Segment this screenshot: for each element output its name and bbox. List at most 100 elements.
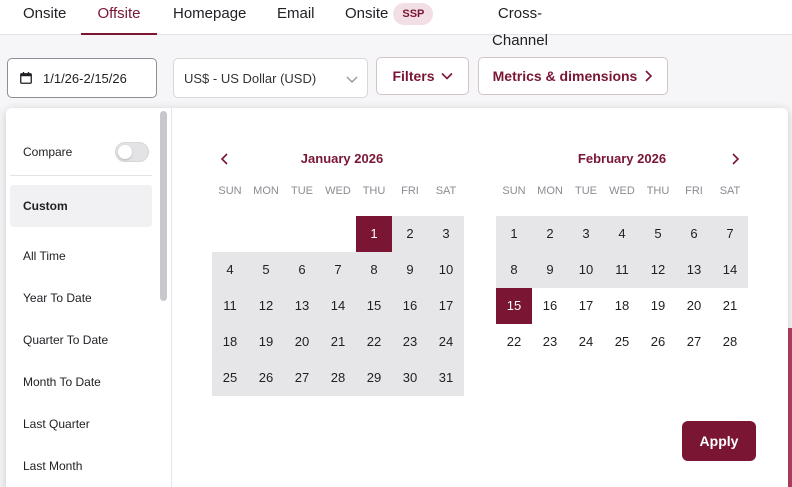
tab-cross-channel[interactable]: Cross-Channel (470, 0, 570, 49)
calendar-day[interactable]: 4 (604, 216, 640, 252)
calendar-day[interactable]: 20 (676, 288, 712, 324)
weekday-header: SAT (719, 185, 741, 197)
calendar-day[interactable]: 25 (604, 324, 640, 360)
weekday-header: SAT (435, 185, 457, 197)
calendar-day[interactable]: 6 (284, 252, 320, 288)
calendar-day[interactable]: 17 (568, 288, 604, 324)
calendar-day[interactable]: 22 (496, 324, 532, 360)
calendar-day[interactable]: 3 (568, 216, 604, 252)
calendar-day[interactable]: 16 (392, 288, 428, 324)
chevron-down-icon (346, 76, 358, 84)
calendar-day[interactable]: 22 (356, 324, 392, 360)
calendar-day[interactable]: 9 (532, 252, 568, 288)
weekday-header: WED (325, 185, 351, 197)
tab-email[interactable]: Email (277, 0, 315, 35)
background-chart-edge (788, 328, 792, 487)
calendar-day[interactable]: 1 (496, 216, 532, 252)
calendar-day[interactable]: 18 (212, 324, 248, 360)
calendar-day[interactable]: 10 (428, 252, 464, 288)
month-title-february: February 2026 (577, 151, 667, 166)
preset-custom[interactable]: Custom (10, 185, 152, 227)
calendar-day[interactable]: 24 (428, 324, 464, 360)
calendar-day[interactable]: 18 (604, 288, 640, 324)
calendar-day[interactable]: 2 (532, 216, 568, 252)
calendar-day[interactable]: 8 (356, 252, 392, 288)
weekday-header: THU (646, 185, 670, 197)
currency-value: US$ - US Dollar (USD) (184, 70, 317, 86)
preset-month-to-date[interactable]: Month To Date (10, 361, 152, 403)
calendar-day[interactable]: 23 (532, 324, 568, 360)
calendar-day[interactable]: 27 (676, 324, 712, 360)
tab-onsite[interactable]: Onsite (23, 0, 66, 35)
calendar-day[interactable]: 25 (212, 360, 248, 396)
calendar-day[interactable]: 19 (640, 288, 676, 324)
compare-toggle[interactable] (115, 142, 149, 162)
calendar-day[interactable]: 12 (248, 288, 284, 324)
calendar-icon (20, 72, 32, 84)
tab-offsite[interactable]: Offsite (81, 0, 157, 35)
calendar-day[interactable]: 31 (428, 360, 464, 396)
date-picker-popup: Compare Custom All Time Year To Date Quarte… (6, 108, 788, 487)
calendar-day[interactable]: 11 (604, 252, 640, 288)
calendar-day[interactable]: 17 (428, 288, 464, 324)
tab-onsite-ssp[interactable]: Onsite SSP (345, 0, 440, 35)
calendar-day[interactable]: 21 (712, 288, 748, 324)
calendar-day[interactable]: 27 (284, 360, 320, 396)
weekday-header: FRI (401, 185, 419, 197)
compare-row: Compare (23, 142, 149, 162)
weekday-header: SUN (502, 185, 526, 197)
weekday-header: TUE (575, 185, 597, 197)
date-range-value: 1/1/26-2/15/26 (43, 70, 127, 86)
calendar-day[interactable]: 20 (284, 324, 320, 360)
tab-label: Onsite (345, 5, 389, 22)
calendar-day[interactable]: 21 (320, 324, 356, 360)
tab-label: Offsite (97, 5, 141, 22)
calendar-day[interactable]: 12 (640, 252, 676, 288)
calendar-day[interactable]: 8 (496, 252, 532, 288)
calendar-day[interactable]: 11 (212, 288, 248, 324)
preset-last-month[interactable]: Last Month (10, 445, 152, 487)
preset-last-quarter[interactable]: Last Quarter (10, 403, 152, 445)
calendar-day[interactable]: 16 (532, 288, 568, 324)
calendar-day[interactable]: 10 (568, 252, 604, 288)
metrics-dimensions-button[interactable]: Metrics & dimensions (478, 57, 668, 95)
preset-quarter-to-date[interactable]: Quarter To Date (10, 319, 152, 361)
calendar-day[interactable]: 3 (428, 216, 464, 252)
preset-scrollbar[interactable] (160, 111, 167, 301)
calendar-day[interactable]: 14 (712, 252, 748, 288)
calendar-day[interactable]: 30 (392, 360, 428, 396)
calendar-day[interactable]: 7 (320, 252, 356, 288)
calendar-day[interactable]: 13 (284, 288, 320, 324)
tab-label: Homepage (173, 5, 247, 22)
calendar-day[interactable]: 4 (212, 252, 248, 288)
calendar-day[interactable]: 15 (496, 288, 532, 324)
calendar-day[interactable]: 5 (640, 216, 676, 252)
calendar-day[interactable]: 5 (248, 252, 284, 288)
tab-homepage[interactable]: Homepage (173, 0, 246, 35)
apply-button[interactable]: Apply (682, 421, 756, 461)
date-range-input[interactable]: 1/1/26-2/15/26 (7, 58, 157, 98)
filters-button[interactable]: Filters (376, 57, 469, 95)
currency-select[interactable]: US$ - US Dollar (USD) (173, 58, 368, 98)
calendar-day[interactable]: 19 (248, 324, 284, 360)
preset-year-to-date[interactable]: Year To Date (10, 277, 152, 319)
preset-sidebar: Compare Custom All Time Year To Date Quarte… (6, 108, 172, 487)
calendar-day[interactable]: 2 (392, 216, 428, 252)
calendar-day[interactable]: 24 (568, 324, 604, 360)
calendar-day[interactable]: 26 (248, 360, 284, 396)
calendar-day[interactable]: 29 (356, 360, 392, 396)
calendar-day[interactable]: 23 (392, 324, 428, 360)
calendar-day[interactable]: 1 (356, 216, 392, 252)
calendar-day[interactable]: 14 (320, 288, 356, 324)
metrics-label: Metrics & dimensions (492, 68, 638, 84)
calendar-day[interactable]: 6 (676, 216, 712, 252)
calendar-day[interactable]: 9 (392, 252, 428, 288)
preset-all-time[interactable]: All Time (10, 235, 152, 277)
calendar-day[interactable]: 7 (712, 216, 748, 252)
calendar-day[interactable]: 28 (712, 324, 748, 360)
channel-tabs: Onsite Offsite Homepage Email Onsite SSP … (0, 0, 792, 49)
calendar-day[interactable]: 13 (676, 252, 712, 288)
calendar-day[interactable]: 28 (320, 360, 356, 396)
calendar-day[interactable]: 15 (356, 288, 392, 324)
calendar-day[interactable]: 26 (640, 324, 676, 360)
